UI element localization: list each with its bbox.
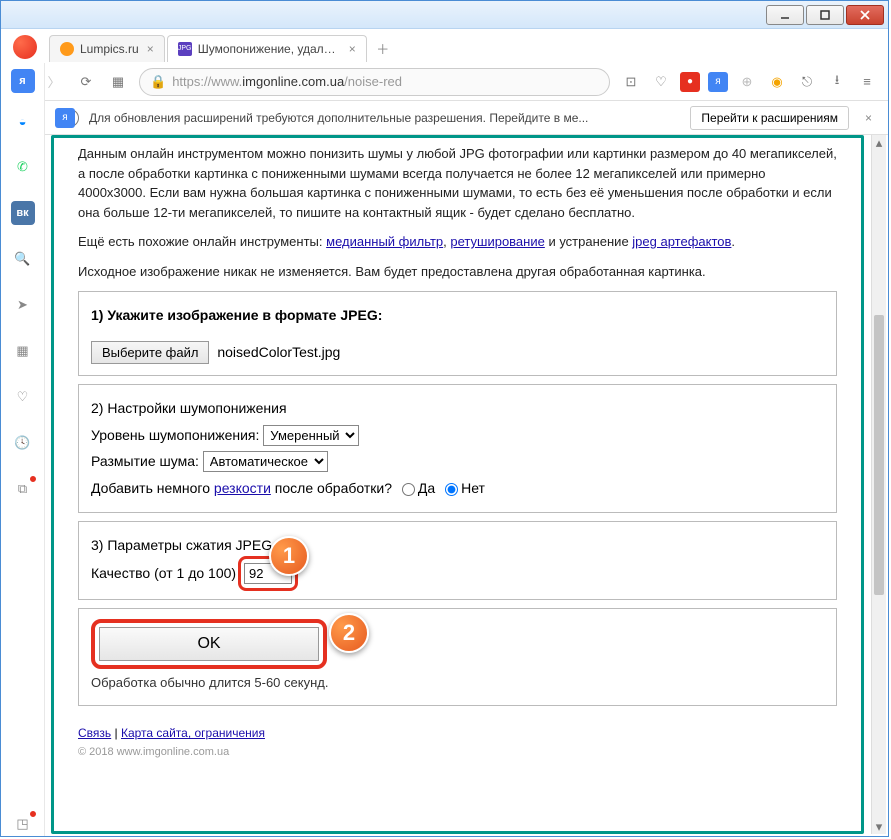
- minimize-button[interactable]: [766, 5, 804, 25]
- info-message: Для обновления расширений требуются допо…: [89, 111, 680, 125]
- contact-link[interactable]: Связь: [78, 726, 111, 740]
- reload-button[interactable]: ⟳: [75, 71, 97, 93]
- infobar-close-icon[interactable]: ×: [859, 111, 878, 125]
- extension-icon[interactable]: ●: [680, 72, 700, 92]
- translate-extension-icon: я: [55, 108, 75, 128]
- extension-icon[interactable]: ◉: [766, 71, 788, 93]
- extension-info-bar: я i Для обновления расширений требуются …: [1, 101, 888, 135]
- page-footer: Связь | Карта сайта, ограничения © 2018 …: [78, 726, 837, 758]
- noise-level-label: Уровень шумопонижения:: [91, 427, 259, 443]
- selected-file-name: noisedColorTest.jpg: [217, 344, 340, 360]
- step2-title: 2) Настройки шумопонижения: [91, 400, 287, 416]
- annotation-badge-2: 2: [329, 613, 369, 653]
- speed-dial-button[interactable]: ▦: [107, 71, 129, 93]
- intro-text: Данным онлайн инструментом можно понизит…: [78, 138, 837, 281]
- sidebar-search-icon[interactable]: 🔍: [11, 247, 35, 271]
- maximize-button[interactable]: [806, 5, 844, 25]
- extension-translate-icon[interactable]: я: [708, 72, 728, 92]
- favicon-icon: [60, 42, 74, 56]
- tab-close-icon[interactable]: ×: [147, 42, 154, 56]
- ok-button[interactable]: OK: [99, 627, 319, 661]
- choose-file-button[interactable]: Выберите файл: [91, 341, 209, 364]
- menu-button[interactable]: ≡: [856, 71, 878, 93]
- submit-block: OK Обработка обычно длится 5-60 секунд. …: [78, 608, 837, 707]
- sidebar-favorites-icon[interactable]: ♡: [11, 385, 35, 409]
- address-bar[interactable]: 🔒 https://www.imgonline.com.ua/noise-red: [139, 68, 610, 96]
- noise-level-select[interactable]: Умеренный: [263, 425, 359, 446]
- sidebar-messenger-icon[interactable]: ◒: [11, 109, 35, 133]
- downloads-icon[interactable]: ⭳: [826, 71, 848, 93]
- tab-lumpics[interactable]: Lumpics.ru ×: [49, 35, 165, 62]
- annotation-badge-1: 1: [269, 536, 309, 576]
- step3-title: 3) Параметры сжатия JPEG: [91, 537, 272, 553]
- noise-blur-label: Размытие шума:: [91, 453, 199, 469]
- vertical-scrollbar[interactable]: ▴ ▾: [871, 135, 886, 834]
- retouch-link[interactable]: ретуширование: [450, 234, 544, 249]
- noise-blur-select[interactable]: Автоматическое: [203, 451, 328, 472]
- step1-title: 1) Укажите изображение в формате JPEG:: [91, 307, 382, 323]
- sharpness-link[interactable]: резкости: [214, 480, 271, 496]
- sitemap-link[interactable]: Карта сайта, ограничения: [121, 726, 265, 740]
- sharpness-no-radio[interactable]: [445, 483, 458, 496]
- processing-note: Обработка обычно длится 5-60 секунд.: [91, 671, 824, 696]
- new-tab-button[interactable]: ＋: [369, 35, 397, 61]
- page-viewport: Данным онлайн инструментом можно понизит…: [45, 135, 870, 834]
- snapshot-icon[interactable]: ⊡: [620, 71, 642, 93]
- copyright-text: © 2018 www.imgonline.com.ua: [78, 746, 837, 758]
- url-text: https://www.imgonline.com.ua/noise-red: [172, 74, 402, 89]
- sidebar-vk-icon[interactable]: вк: [11, 201, 35, 225]
- sidebar-extensions-icon[interactable]: ⧉: [11, 477, 35, 501]
- tab-bar: Lumpics.ru × JPG Шумопонижение, удалить …: [1, 29, 888, 63]
- sidebar-send-icon[interactable]: ➤: [11, 293, 35, 317]
- tab-label: Шумопонижение, удалить: [198, 42, 341, 56]
- opera-logo-icon[interactable]: [13, 35, 37, 59]
- go-to-extensions-button[interactable]: Перейти к расширениям: [690, 106, 849, 130]
- close-window-button[interactable]: [846, 5, 884, 25]
- sharpness-yes-radio[interactable]: [402, 483, 415, 496]
- median-filter-link[interactable]: медианный фильтр: [326, 234, 443, 249]
- sharpness-label-pre: Добавить немного: [91, 480, 214, 496]
- bookmark-icon[interactable]: ♡: [650, 71, 672, 93]
- step2-block: 2) Настройки шумопонижения Уровень шумоп…: [78, 384, 837, 512]
- sidebar-apps-icon[interactable]: ▦: [11, 339, 35, 363]
- vpn-icon[interactable]: ⎋: [796, 71, 818, 93]
- tab-close-icon[interactable]: ×: [349, 42, 356, 56]
- scroll-down-arrow[interactable]: ▾: [872, 819, 886, 834]
- sidebar-history-icon[interactable]: 🕓: [11, 431, 35, 455]
- tab-imgonline[interactable]: JPG Шумопонижение, удалить ×: [167, 35, 367, 62]
- sidebar-cube-icon[interactable]: ◳: [11, 812, 35, 836]
- window-titlebar: [1, 1, 888, 29]
- browser-sidebar: я ◒ ✆ вк 🔍 ➤ ▦ ♡ 🕓 ⧉ ◳: [1, 63, 45, 836]
- scrollbar-thumb[interactable]: [874, 315, 884, 595]
- favicon-icon: JPG: [178, 42, 192, 56]
- extension-icon[interactable]: ⊕: [736, 71, 758, 93]
- step3-block: 3) Параметры сжатия JPEG Качество (от 1 …: [78, 521, 837, 600]
- sharpness-label-post: после обработки?: [271, 480, 392, 496]
- scroll-up-arrow[interactable]: ▴: [872, 135, 886, 150]
- browser-toolbar: 〈 〉 ⟳ ▦ 🔒 https://www.imgonline.com.ua/n…: [1, 63, 888, 101]
- forward-button[interactable]: 〉: [43, 71, 65, 93]
- tab-label: Lumpics.ru: [80, 42, 139, 56]
- lock-icon: 🔒: [150, 74, 166, 90]
- step1-block: 1) Укажите изображение в формате JPEG: В…: [78, 291, 837, 376]
- sidebar-whatsapp-icon[interactable]: ✆: [11, 155, 35, 179]
- sidebar-translate-icon[interactable]: я: [11, 69, 35, 93]
- jpeg-artefacts-link[interactable]: jpeg артефактов: [632, 234, 731, 249]
- quality-label: Качество (от 1 до 100): [91, 565, 236, 581]
